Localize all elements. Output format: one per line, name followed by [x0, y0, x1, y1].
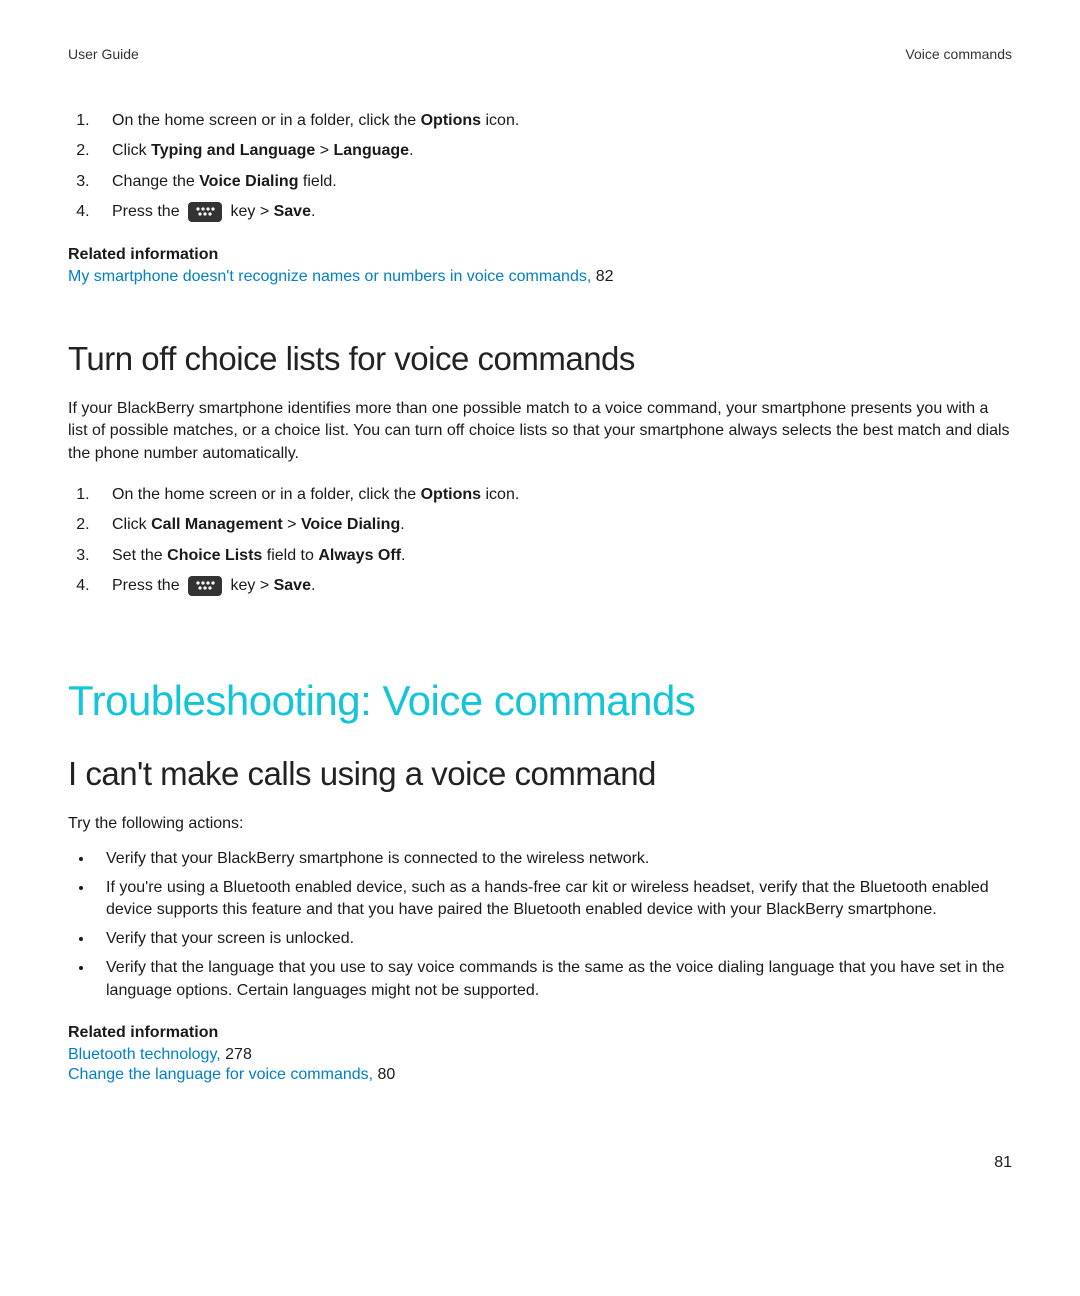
- step-text: Click: [112, 142, 151, 159]
- step-item: Click Typing and Language > Language.: [94, 140, 1012, 162]
- step-item: Press the key > Save.: [94, 575, 1012, 597]
- step-text: .: [311, 203, 315, 220]
- bold-term: Typing and Language: [151, 142, 315, 159]
- step-item: Click Call Management > Voice Dialing.: [94, 514, 1012, 536]
- related-page-ref: 80: [373, 1066, 395, 1083]
- related-link-line: My smartphone doesn't recognize names or…: [68, 268, 1012, 286]
- related-link[interactable]: My smartphone doesn't recognize names or…: [68, 268, 591, 285]
- step-text: Set the: [112, 547, 167, 564]
- bullet-item: If you're using a Bluetooth enabled devi…: [94, 877, 1012, 922]
- bold-term: Save: [274, 203, 311, 220]
- bold-term: Voice Dialing: [301, 516, 400, 533]
- step-text: Click: [112, 516, 151, 533]
- step-text: field to: [262, 547, 318, 564]
- bold-term: Call Management: [151, 516, 283, 533]
- related-link-line: Change the language for voice commands, …: [68, 1066, 1012, 1084]
- header-right: Voice commands: [905, 46, 1012, 62]
- bold-term: Language: [334, 142, 410, 159]
- page-number: 81: [68, 1154, 1012, 1172]
- related-link-line: Bluetooth technology, 278: [68, 1046, 1012, 1064]
- related-links-block: Bluetooth technology, 278 Change the lang…: [68, 1046, 1012, 1084]
- try-actions-lead: Try the following actions:: [68, 813, 1012, 836]
- bold-term: Choice Lists: [167, 547, 262, 564]
- step-text: .: [400, 516, 404, 533]
- bullet-item: Verify that your BlackBerry smartphone i…: [94, 848, 1012, 871]
- step-text: icon.: [481, 486, 519, 503]
- related-link[interactable]: Bluetooth technology,: [68, 1046, 221, 1063]
- step-item: Press the key > Save.: [94, 201, 1012, 223]
- header-left: User Guide: [68, 46, 139, 62]
- step-text: key >: [226, 577, 274, 594]
- step-item: Change the Voice Dialing field.: [94, 171, 1012, 193]
- bold-term: Save: [274, 577, 311, 594]
- step-text: Press the: [112, 577, 184, 594]
- section-paragraph: If your BlackBerry smartphone identifies…: [68, 398, 1012, 466]
- step-item: On the home screen or in a folder, click…: [94, 484, 1012, 506]
- steps-list-top: On the home screen or in a folder, click…: [68, 110, 1012, 224]
- bold-term: Options: [421, 486, 481, 503]
- running-header: User Guide Voice commands: [68, 46, 1012, 62]
- step-text: Press the: [112, 203, 184, 220]
- step-text: Change the: [112, 173, 199, 190]
- chapter-heading-troubleshooting: Troubleshooting: Voice commands: [68, 677, 1012, 725]
- related-info-heading: Related information: [68, 1024, 1012, 1042]
- step-text: .: [401, 547, 405, 564]
- bold-term: Always Off: [318, 547, 401, 564]
- step-item: On the home screen or in a folder, click…: [94, 110, 1012, 132]
- bullet-item: Verify that your screen is unlocked.: [94, 928, 1012, 951]
- related-info-heading: Related information: [68, 246, 1012, 264]
- menu-key-icon: [188, 202, 222, 222]
- step-text: .: [311, 577, 315, 594]
- step-item: Set the Choice Lists field to Always Off…: [94, 545, 1012, 567]
- bold-term: Voice Dialing: [199, 173, 298, 190]
- step-text: >: [283, 516, 301, 533]
- steps-list-mid: On the home screen or in a folder, click…: [68, 484, 1012, 598]
- step-text: key >: [226, 203, 274, 220]
- section-heading-cant-make-calls: I can't make calls using a voice command: [68, 755, 1012, 793]
- step-text: icon.: [481, 112, 519, 129]
- step-text: >: [315, 142, 333, 159]
- bold-term: Options: [421, 112, 481, 129]
- step-text: On the home screen or in a folder, click…: [112, 486, 421, 503]
- step-text: On the home screen or in a folder, click…: [112, 112, 421, 129]
- actions-bullet-list: Verify that your BlackBerry smartphone i…: [68, 848, 1012, 1002]
- menu-key-icon: [188, 576, 222, 596]
- document-page: User Guide Voice commands On the home sc…: [0, 0, 1080, 1212]
- related-link[interactable]: Change the language for voice commands,: [68, 1066, 373, 1083]
- step-text: .: [409, 142, 413, 159]
- bullet-item: Verify that the language that you use to…: [94, 957, 1012, 1002]
- step-text: field.: [298, 173, 336, 190]
- related-page-ref: 278: [221, 1046, 252, 1063]
- section-heading-choice-lists: Turn off choice lists for voice commands: [68, 340, 1012, 378]
- related-page-ref: 82: [591, 268, 613, 285]
